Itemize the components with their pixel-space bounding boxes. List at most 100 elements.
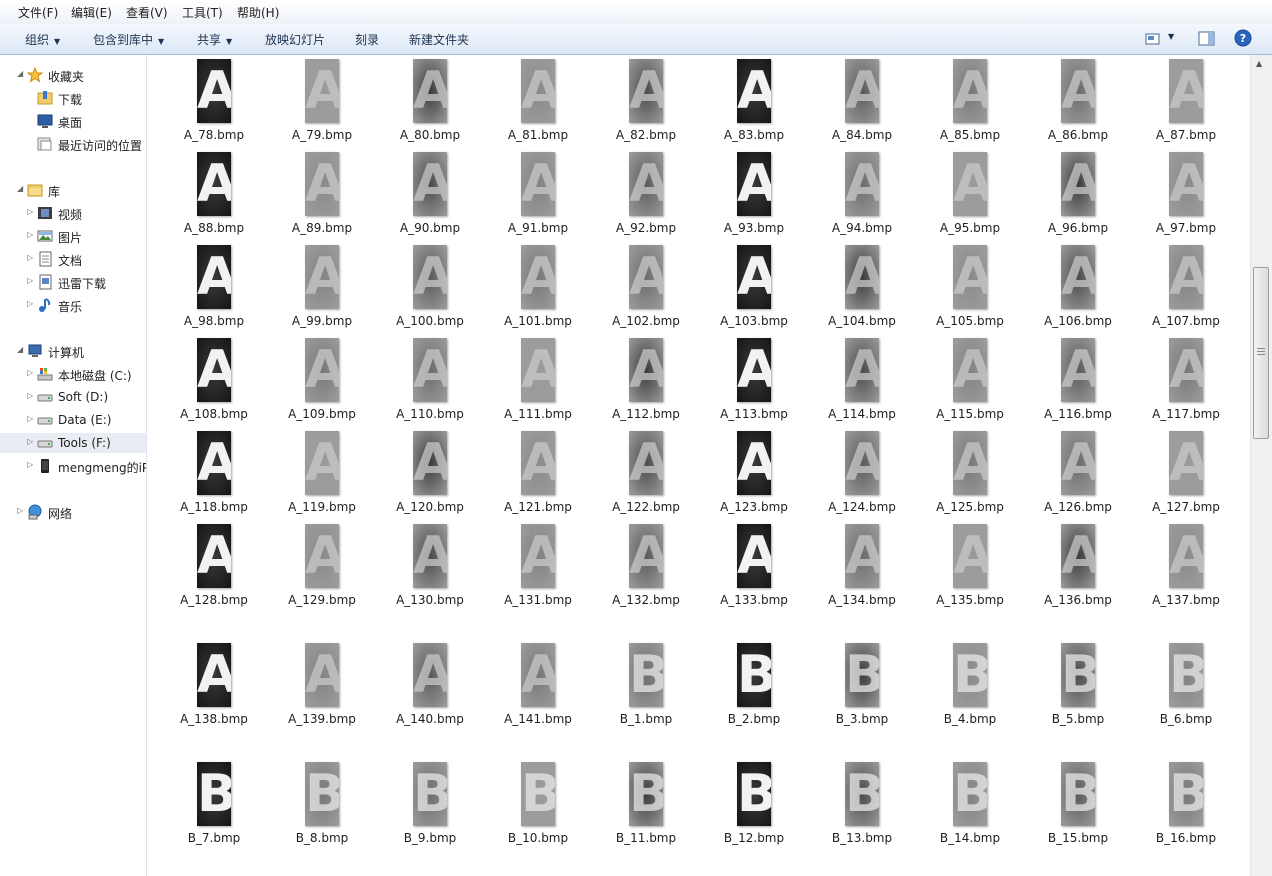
file-item[interactable]: A A_86.bmp	[1024, 57, 1132, 147]
nav-network[interactable]: ▷ 网络	[0, 502, 146, 522]
nav-libraries[interactable]: ◢ 库	[0, 180, 146, 200]
file-item[interactable]: A A_91.bmp	[484, 150, 592, 240]
file-item[interactable]: B B_3.bmp	[808, 641, 916, 731]
nav-drive-f[interactable]: ▷ Tools (F:)	[0, 433, 146, 453]
file-item[interactable]: B B_7.bmp	[160, 760, 268, 850]
file-item[interactable]: B B_16.bmp	[1132, 760, 1240, 850]
file-item[interactable]: A A_113.bmp	[700, 336, 808, 426]
file-item[interactable]: A A_134.bmp	[808, 522, 916, 612]
nav-thunder[interactable]: ▷ 迅雷下载	[0, 272, 146, 292]
file-item[interactable]: A A_141.bmp	[484, 641, 592, 731]
file-item[interactable]: A A_89.bmp	[268, 150, 376, 240]
file-item[interactable]: B B_6.bmp	[1132, 641, 1240, 731]
file-item[interactable]: A A_130.bmp	[376, 522, 484, 612]
file-item[interactable]: A A_82.bmp	[592, 57, 700, 147]
file-item[interactable]: A A_85.bmp	[916, 57, 1024, 147]
file-item[interactable]: B B_4.bmp	[916, 641, 1024, 731]
file-item[interactable]: A A_101.bmp	[484, 243, 592, 333]
menu-view[interactable]: 查看(V)	[126, 4, 168, 21]
expand-triangle-icon[interactable]: ◢	[17, 345, 23, 354]
preview-pane-icon[interactable]	[1198, 31, 1216, 50]
file-item[interactable]: A A_123.bmp	[700, 429, 808, 519]
file-item[interactable]: B B_11.bmp	[592, 760, 700, 850]
file-item[interactable]: B B_8.bmp	[268, 760, 376, 850]
menu-file[interactable]: 文件(F)	[18, 4, 58, 21]
nav-drive-e[interactable]: ▷ Data (E:)	[0, 410, 146, 430]
file-item[interactable]: B B_5.bmp	[1024, 641, 1132, 731]
file-item[interactable]: A A_139.bmp	[268, 641, 376, 731]
file-item[interactable]: A A_99.bmp	[268, 243, 376, 333]
file-item[interactable]: A A_120.bmp	[376, 429, 484, 519]
scroll-up-arrow-icon[interactable]: ▲	[1256, 59, 1262, 68]
nav-favorites[interactable]: ◢ 收藏夹	[0, 65, 146, 85]
file-item[interactable]: A A_140.bmp	[376, 641, 484, 731]
file-item[interactable]: A A_135.bmp	[916, 522, 1024, 612]
file-item[interactable]: B B_12.bmp	[700, 760, 808, 850]
collapse-triangle-icon[interactable]: ▷	[27, 276, 33, 285]
share-button[interactable]: 共享 ▼	[197, 31, 232, 48]
file-item[interactable]: A A_81.bmp	[484, 57, 592, 147]
file-item[interactable]: A A_115.bmp	[916, 336, 1024, 426]
file-item[interactable]: A A_127.bmp	[1132, 429, 1240, 519]
file-item[interactable]: A A_116.bmp	[1024, 336, 1132, 426]
slideshow-button[interactable]: 放映幻灯片	[265, 31, 325, 48]
nav-desktop[interactable]: 桌面	[0, 111, 146, 131]
file-item[interactable]: A A_110.bmp	[376, 336, 484, 426]
menu-edit[interactable]: 编辑(E)	[71, 4, 112, 21]
nav-recent[interactable]: 最近访问的位置	[0, 134, 146, 154]
collapse-triangle-icon[interactable]: ▷	[27, 437, 33, 446]
view-options-icon[interactable]	[1145, 32, 1161, 49]
file-item[interactable]: A A_100.bmp	[376, 243, 484, 333]
file-item[interactable]: A A_111.bmp	[484, 336, 592, 426]
organize-button[interactable]: 组织 ▼	[25, 31, 60, 48]
file-item[interactable]: A A_97.bmp	[1132, 150, 1240, 240]
file-item[interactable]: A A_126.bmp	[1024, 429, 1132, 519]
collapse-triangle-icon[interactable]: ▷	[27, 368, 33, 377]
file-item[interactable]: B B_2.bmp	[700, 641, 808, 731]
file-item[interactable]: A A_133.bmp	[700, 522, 808, 612]
view-menu-chevron-icon[interactable]: ▼	[1168, 32, 1174, 41]
file-item[interactable]: A A_107.bmp	[1132, 243, 1240, 333]
nav-drive-d[interactable]: ▷ Soft (D:)	[0, 387, 146, 407]
collapse-triangle-icon[interactable]: ▷	[27, 299, 33, 308]
menu-help[interactable]: 帮助(H)	[237, 4, 279, 21]
file-item[interactable]: A A_95.bmp	[916, 150, 1024, 240]
collapse-triangle-icon[interactable]: ▷	[27, 253, 33, 262]
nav-music[interactable]: ▷ 音乐	[0, 295, 146, 315]
collapse-triangle-icon[interactable]: ▷	[27, 460, 33, 469]
file-item[interactable]: A A_121.bmp	[484, 429, 592, 519]
collapse-triangle-icon[interactable]: ▷	[27, 230, 33, 239]
file-item[interactable]: B B_14.bmp	[916, 760, 1024, 850]
file-item[interactable]: A A_83.bmp	[700, 57, 808, 147]
help-icon[interactable]: ?	[1234, 29, 1252, 50]
vertical-scrollbar[interactable]: ▲	[1250, 55, 1272, 876]
new-folder-button[interactable]: 新建文件夹	[409, 31, 469, 48]
file-item[interactable]: A A_131.bmp	[484, 522, 592, 612]
file-item[interactable]: A A_90.bmp	[376, 150, 484, 240]
file-item[interactable]: B B_9.bmp	[376, 760, 484, 850]
file-item[interactable]: A A_138.bmp	[160, 641, 268, 731]
burn-button[interactable]: 刻录	[355, 31, 379, 48]
collapse-triangle-icon[interactable]: ▷	[27, 207, 33, 216]
file-item[interactable]: A A_129.bmp	[268, 522, 376, 612]
file-item[interactable]: A A_80.bmp	[376, 57, 484, 147]
file-item[interactable]: A A_132.bmp	[592, 522, 700, 612]
collapse-triangle-icon[interactable]: ▷	[17, 506, 23, 515]
nav-videos[interactable]: ▷ 视频	[0, 203, 146, 223]
file-item[interactable]: A A_88.bmp	[160, 150, 268, 240]
file-item[interactable]: A A_136.bmp	[1024, 522, 1132, 612]
nav-downloads[interactable]: 下载	[0, 88, 146, 108]
nav-documents[interactable]: ▷ 文档	[0, 249, 146, 269]
file-item[interactable]: A A_102.bmp	[592, 243, 700, 333]
file-item[interactable]: A A_94.bmp	[808, 150, 916, 240]
file-item[interactable]: A A_114.bmp	[808, 336, 916, 426]
file-item[interactable]: B B_10.bmp	[484, 760, 592, 850]
file-item[interactable]: A A_124.bmp	[808, 429, 916, 519]
file-item[interactable]: A A_122.bmp	[592, 429, 700, 519]
nav-computer[interactable]: ◢ 计算机	[0, 341, 146, 361]
file-item[interactable]: A A_128.bmp	[160, 522, 268, 612]
file-item[interactable]: A A_98.bmp	[160, 243, 268, 333]
file-item[interactable]: A A_79.bmp	[268, 57, 376, 147]
file-item[interactable]: A A_117.bmp	[1132, 336, 1240, 426]
menu-tools[interactable]: 工具(T)	[182, 4, 223, 21]
